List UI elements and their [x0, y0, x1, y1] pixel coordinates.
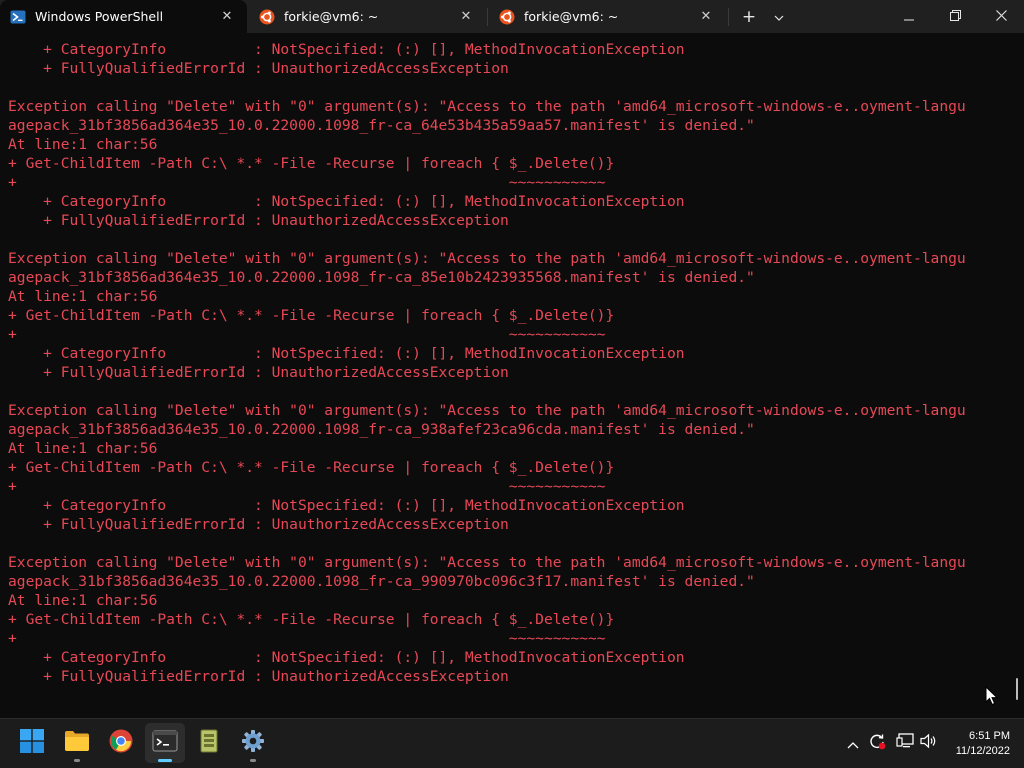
- chevron-up-icon: [847, 734, 859, 753]
- terminal-line: + CategoryInfo : NotSpecified: (:) [], M…: [8, 345, 685, 362]
- terminal-line: agepack_31bf3856ad364e35_10.0.22000.1098…: [8, 269, 755, 286]
- powershell-icon: [9, 8, 27, 26]
- tab-bar: Windows PowerShell ✕ forkie@vm6: ~ ✕ for…: [0, 0, 1024, 33]
- network-icon: [896, 733, 914, 753]
- terminal-line: + FullyQualifiedErrorId : UnauthorizedAc…: [8, 364, 509, 381]
- sync-status-button[interactable]: [867, 733, 887, 753]
- terminal-line: agepack_31bf3856ad364e35_10.0.22000.1098…: [8, 117, 755, 134]
- terminal-lines: + CategoryInfo : NotSpecified: (:) [], M…: [8, 40, 966, 686]
- terminal-line: + Get-ChildItem -Path C:\ *.* -File -Rec…: [8, 155, 615, 172]
- running-indicator: [250, 759, 256, 762]
- terminal-line: + FullyQualifiedErrorId : UnauthorizedAc…: [8, 668, 509, 685]
- network-button[interactable]: [895, 733, 915, 753]
- tab-forkie-vm6-1[interactable]: forkie@vm6: ~ ✕: [249, 0, 486, 33]
- terminal-output[interactable]: + CategoryInfo : NotSpecified: (:) [], M…: [0, 33, 1024, 738]
- terminal-line: agepack_31bf3856ad364e35_10.0.22000.1098…: [8, 573, 755, 590]
- close-icon: [995, 9, 1007, 25]
- taskbar: 6:51 PM 11/12/2022: [0, 718, 1024, 768]
- terminal-line: + FullyQualifiedErrorId : UnauthorizedAc…: [8, 212, 509, 229]
- close-window-button[interactable]: [978, 0, 1024, 33]
- terminal-line: + Get-ChildItem -Path C:\ *.* -File -Rec…: [8, 459, 615, 476]
- archive-app-button[interactable]: [189, 723, 229, 763]
- terminal-icon: [152, 730, 178, 756]
- terminal-line: + FullyQualifiedErrorId : UnauthorizedAc…: [8, 60, 509, 77]
- ubuntu-icon: [258, 8, 276, 26]
- mouse-pointer-icon: [985, 685, 999, 710]
- minimize-button[interactable]: [886, 0, 932, 33]
- terminal-line: + ~~~~~~~~~~~: [8, 478, 606, 495]
- folder-icon: [64, 730, 90, 756]
- tab-forkie-vm6-2[interactable]: forkie@vm6: ~ ✕: [489, 0, 726, 33]
- terminal-line: + ~~~~~~~~~~~: [8, 174, 606, 191]
- close-tab-icon[interactable]: ✕: [217, 7, 237, 27]
- terminal-line: Exception calling "Delete" with "0" argu…: [8, 402, 966, 419]
- terminal-line: + ~~~~~~~~~~~: [8, 326, 606, 343]
- clock-date: 11/12/2022: [955, 745, 1010, 757]
- tab-dropdown-button[interactable]: [766, 0, 792, 33]
- gear-icon: [241, 729, 265, 757]
- terminal-line: Exception calling "Delete" with "0" argu…: [8, 554, 966, 571]
- terminal-line: + CategoryInfo : NotSpecified: (:) [], M…: [8, 497, 685, 514]
- screen: Windows PowerShell ✕ forkie@vm6: ~ ✕ for…: [0, 0, 1024, 768]
- terminal-line: Exception calling "Delete" with "0" argu…: [8, 250, 966, 267]
- tab-label: forkie@vm6: ~: [524, 9, 619, 24]
- terminal-line: At line:1 char:56: [8, 440, 158, 457]
- terminal-line: agepack_31bf3856ad364e35_10.0.22000.1098…: [8, 421, 755, 438]
- terminal-line: Exception calling "Delete" with "0" argu…: [8, 98, 966, 115]
- chrome-button[interactable]: [101, 723, 141, 763]
- settings-button[interactable]: [233, 723, 273, 763]
- archive-icon: [199, 729, 219, 757]
- maximize-button[interactable]: [932, 0, 978, 33]
- close-tab-icon[interactable]: ✕: [696, 7, 716, 27]
- terminal-line: + Get-ChildItem -Path C:\ *.* -File -Rec…: [8, 307, 615, 324]
- volume-icon: [920, 733, 938, 753]
- clock-time: 6:51 PM: [969, 730, 1010, 742]
- terminal-line: + CategoryInfo : NotSpecified: (:) [], M…: [8, 649, 685, 666]
- close-tab-icon[interactable]: ✕: [456, 7, 476, 27]
- active-indicator: [158, 759, 172, 762]
- tab-separator: [728, 8, 729, 26]
- new-tab-button[interactable]: +: [736, 0, 762, 33]
- scrollbar[interactable]: [1016, 678, 1018, 700]
- chrome-icon: [109, 729, 133, 757]
- maximize-icon: [949, 9, 961, 25]
- minimize-icon: [904, 9, 914, 25]
- start-button[interactable]: [12, 723, 52, 763]
- chevron-down-icon: [774, 9, 784, 25]
- tab-windows-powershell[interactable]: Windows PowerShell ✕: [0, 0, 247, 33]
- terminal-line: At line:1 char:56: [8, 592, 158, 609]
- terminal-button[interactable]: [145, 723, 185, 763]
- terminal-line: + CategoryInfo : NotSpecified: (:) [], M…: [8, 41, 685, 58]
- terminal-line: At line:1 char:56: [8, 136, 158, 153]
- tab-label: forkie@vm6: ~: [284, 9, 379, 24]
- windows-logo-icon: [20, 729, 44, 757]
- tab-label: Windows PowerShell: [35, 9, 164, 24]
- system-clock[interactable]: 6:51 PM 11/12/2022: [940, 729, 1010, 759]
- show-hidden-icons-button[interactable]: [843, 733, 863, 753]
- terminal-line: + ~~~~~~~~~~~: [8, 630, 606, 647]
- sync-icon: [868, 732, 886, 754]
- terminal-line: + FullyQualifiedErrorId : UnauthorizedAc…: [8, 516, 509, 533]
- terminal-line: + Get-ChildItem -Path C:\ *.* -File -Rec…: [8, 611, 615, 628]
- terminal-line: + CategoryInfo : NotSpecified: (:) [], M…: [8, 193, 685, 210]
- tab-separator: [487, 8, 488, 26]
- running-indicator: [74, 759, 80, 762]
- terminal-line: At line:1 char:56: [8, 288, 158, 305]
- volume-button[interactable]: [919, 733, 939, 753]
- ubuntu-icon: [498, 8, 516, 26]
- file-explorer-button[interactable]: [57, 723, 97, 763]
